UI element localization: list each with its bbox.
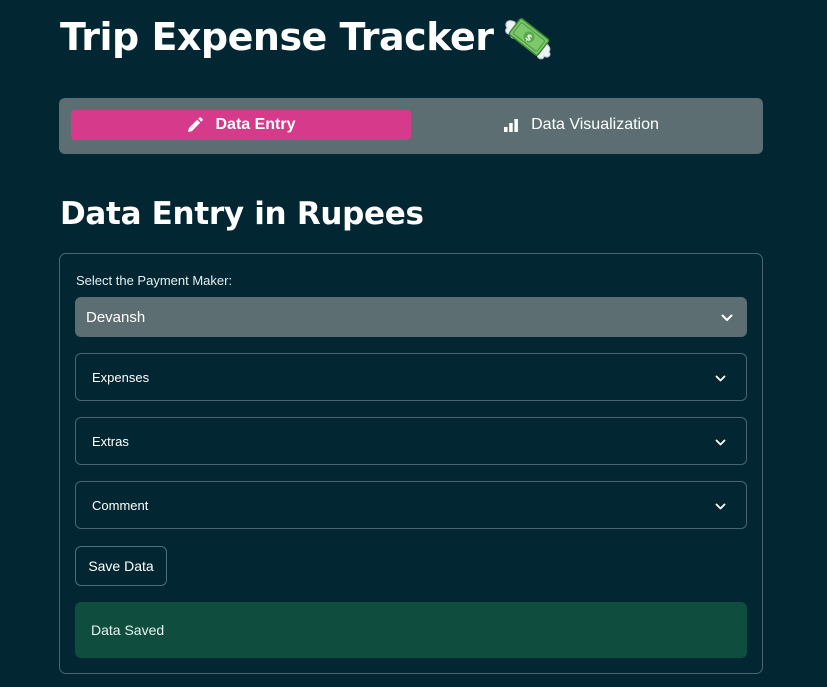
tab-data-entry-label: Data Entry <box>215 116 296 133</box>
bar-chart-icon <box>503 118 519 133</box>
success-alert: Data Saved <box>75 602 747 658</box>
pencil-icon <box>186 116 204 134</box>
payment-maker-select[interactable]: Devansh <box>75 297 747 337</box>
success-message: Data Saved <box>91 622 165 638</box>
app-title: Trip Expense Tracker $ <box>60 14 555 60</box>
expander-expenses-label: Expenses <box>92 369 150 385</box>
expander-expenses[interactable]: Expenses <box>75 353 747 401</box>
expander-extras[interactable]: Extras <box>75 417 747 465</box>
chevron-down-icon <box>715 498 726 513</box>
expander-comment[interactable]: Comment <box>75 481 747 529</box>
page: Trip Expense Tracker $ Data Entry Data V… <box>0 0 827 687</box>
app-title-text: Trip Expense Tracker <box>60 15 494 59</box>
chevron-down-icon <box>715 370 726 385</box>
expander-comment-label: Comment <box>92 497 149 513</box>
payment-maker-label: Select the Payment Maker: <box>76 273 233 288</box>
section-title: Data Entry in Rupees <box>60 196 424 232</box>
data-entry-form: Select the Payment Maker: Devansh Expens… <box>59 253 763 674</box>
tab-data-entry[interactable]: Data Entry <box>71 110 411 140</box>
save-data-button[interactable]: Save Data <box>75 546 167 586</box>
tab-data-visualization-label: Data Visualization <box>531 116 659 133</box>
tab-bar: Data Entry Data Visualization <box>59 98 763 154</box>
chevron-down-icon <box>715 434 726 449</box>
tab-data-visualization[interactable]: Data Visualization <box>411 110 751 140</box>
expander-extras-label: Extras <box>92 433 129 449</box>
payment-maker-value: Devansh <box>86 308 146 326</box>
money-with-wings-icon: $ <box>503 14 555 60</box>
chevron-down-icon <box>721 309 733 326</box>
